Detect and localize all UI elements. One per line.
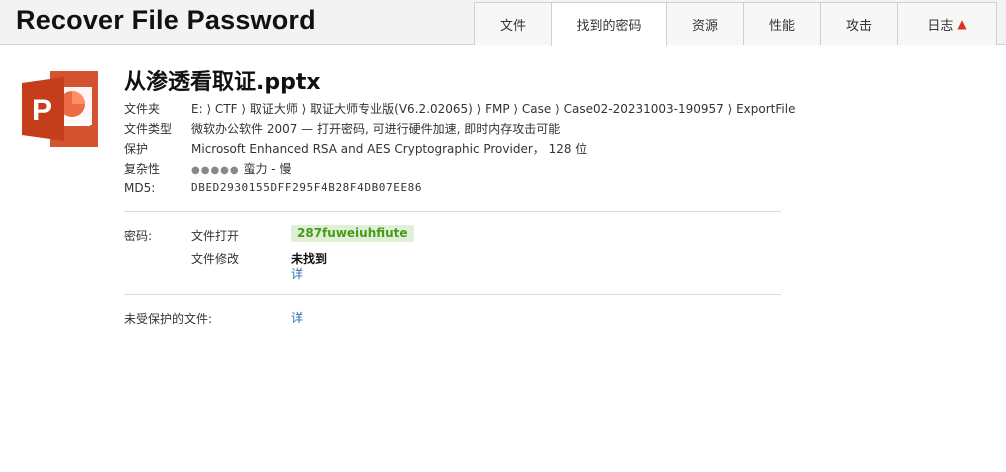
complexity-label: 复杂性 <box>124 162 161 176</box>
tab-bar: 文件 找到的密码 资源 性能 攻击 日志 ▲ <box>474 2 997 46</box>
file-name: 从渗透看取证.pptx <box>124 70 321 95</box>
tab-attack[interactable]: 攻击 <box>820 2 898 45</box>
complexity-dots-icon: ●●●●● <box>191 165 240 176</box>
complexity-value: 蛮力 - 慢 <box>243 162 292 176</box>
tab-performance[interactable]: 性能 <box>743 2 821 45</box>
password-details-link[interactable]: 详 <box>291 265 303 282</box>
unprotected-files-label: 未受保护的文件: <box>124 312 213 326</box>
warning-arrow-icon: ▲ <box>957 17 967 31</box>
tab-files[interactable]: 文件 <box>474 2 552 45</box>
powerpoint-icon: P <box>20 69 100 149</box>
divider <box>124 294 781 295</box>
tab-resources[interactable]: 资源 <box>666 2 744 45</box>
divider <box>124 211 781 212</box>
tab-log[interactable]: 日志 ▲ <box>897 2 997 45</box>
open-password-value[interactable]: 287fuweiuhfiute <box>291 225 414 242</box>
md5-label: MD5: <box>124 181 156 195</box>
folder-path: E: ⟩ CTF ⟩ 取证大师 ⟩ 取证大师专业版(V6.2.02065) ⟩ … <box>191 102 796 116</box>
tab-found-passwords[interactable]: 找到的密码 <box>551 2 667 46</box>
file-type-label: 文件类型 <box>124 122 173 136</box>
unprotected-details-link[interactable]: 详 <box>291 309 303 326</box>
md5-value: DBED2930155DFF295F4B28F4DB07EE86 <box>191 181 423 194</box>
password-label: 密码: <box>124 229 153 243</box>
protection-label: 保护 <box>124 142 149 156</box>
modify-password-label: 文件修改 <box>191 252 240 266</box>
top-bar: Recover File Password 文件 找到的密码 资源 性能 攻击 … <box>0 0 1006 46</box>
folder-label: 文件夹 <box>124 102 161 116</box>
file-type-value: 微软办公软件 2007 — 打开密码, 可进行硬件加速, 即时内存攻击可能 <box>191 122 561 136</box>
open-password-label: 文件打开 <box>191 229 240 243</box>
protection-value: Microsoft Enhanced RSA and AES Cryptogra… <box>191 142 588 156</box>
app-title: Recover File Password <box>16 5 316 35</box>
svg-text:P: P <box>32 94 52 127</box>
